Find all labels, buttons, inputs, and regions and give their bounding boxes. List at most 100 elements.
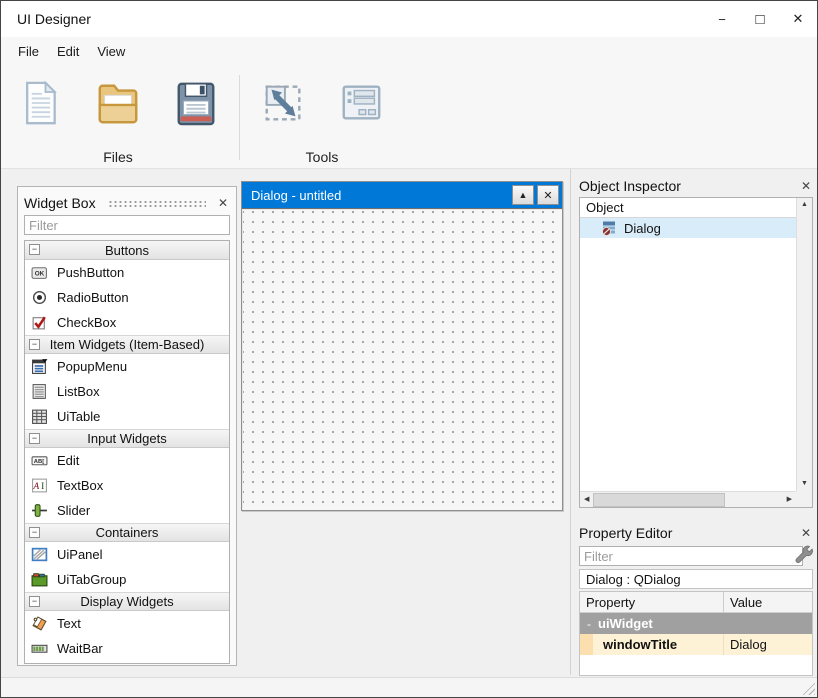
widget-item-label: CheckBox xyxy=(57,315,116,330)
svg-text:OK: OK xyxy=(34,271,44,278)
textbox-icon: AI xyxy=(30,477,48,495)
widget-item-label: UiTable xyxy=(57,409,100,424)
object-inspector-close-icon[interactable]: ✕ xyxy=(799,179,813,193)
minimize-button[interactable]: − xyxy=(703,1,741,37)
widget-item-text[interactable]: Text xyxy=(25,611,229,636)
category-display-widgets[interactable]: − Display Widgets xyxy=(25,592,229,611)
widget-box-panel: Widget Box ✕ − Buttons OK PushButton xyxy=(17,186,237,666)
scroll-left-icon[interactable]: ◀ xyxy=(580,496,593,504)
resize-tool-button[interactable] xyxy=(244,73,322,135)
widget-item-label: UiPanel xyxy=(57,547,103,562)
property-table-header: Property Value xyxy=(580,592,812,613)
widget-item-label: PopupMenu xyxy=(57,359,127,374)
menubar: File Edit View xyxy=(1,37,817,65)
widget-item-popupmenu[interactable]: PopupMenu xyxy=(25,354,229,379)
app-window: UI Designer − □ ✕ File Edit View xyxy=(0,0,818,698)
edit-icon: AB[ xyxy=(30,452,48,470)
save-file-button[interactable] xyxy=(157,73,235,135)
resize-grip[interactable] xyxy=(801,681,815,695)
collapse-icon[interactable]: − xyxy=(29,339,40,350)
widget-item-label: Slider xyxy=(57,503,90,518)
horizontal-scrollbar[interactable]: ◀ ▶ xyxy=(580,491,796,507)
open-file-button[interactable] xyxy=(79,73,157,135)
status-bar xyxy=(1,677,817,697)
property-editor-close-icon[interactable]: ✕ xyxy=(799,526,813,540)
selected-object-label: Dialog : QDialog xyxy=(579,569,813,589)
category-input-widgets[interactable]: − Input Widgets xyxy=(25,429,229,448)
value-column-header[interactable]: Value xyxy=(724,592,812,612)
widget-item-checkbox[interactable]: CheckBox xyxy=(25,310,229,335)
widget-box-close-icon[interactable]: ✕ xyxy=(216,196,230,210)
dialog-canvas-grid[interactable] xyxy=(242,208,562,510)
group-collapse-icon[interactable]: - xyxy=(580,617,598,631)
scrollbar-thumb[interactable] xyxy=(593,493,725,507)
category-containers[interactable]: − Containers xyxy=(25,523,229,542)
form-tool-button[interactable] xyxy=(322,73,400,135)
maximize-button[interactable]: □ xyxy=(741,1,779,37)
main-area: Widget Box ✕ − Buttons OK PushButton xyxy=(1,169,817,677)
dock-separator[interactable] xyxy=(570,169,571,675)
dialog-titlebar[interactable]: Dialog - untitled ▲ ✕ xyxy=(242,182,562,208)
widget-item-slider[interactable]: Slider xyxy=(25,498,229,523)
save-icon xyxy=(173,79,219,130)
svg-text:AB[: AB[ xyxy=(33,459,43,465)
vertical-scrollbar[interactable]: ▲ ▼ xyxy=(796,198,812,491)
uipanel-icon xyxy=(30,546,48,564)
dialog-close-button[interactable]: ✕ xyxy=(537,185,559,205)
widget-item-pushbutton[interactable]: OK PushButton xyxy=(25,260,229,285)
property-value[interactable]: Dialog xyxy=(724,634,812,655)
designer-dialog-window[interactable]: Dialog - untitled ▲ ✕ xyxy=(241,181,563,511)
close-button[interactable]: ✕ xyxy=(779,1,817,37)
scroll-down-icon[interactable]: ▼ xyxy=(801,480,808,488)
files-buttons xyxy=(1,73,235,135)
waitbar-icon xyxy=(30,640,48,658)
property-row-windowtitle[interactable]: windowTitle Dialog xyxy=(580,634,812,655)
widget-filter-input[interactable] xyxy=(24,215,230,235)
collapse-icon[interactable]: − xyxy=(29,433,40,444)
widget-item-edit[interactable]: AB[ Edit xyxy=(25,448,229,473)
menu-view[interactable]: View xyxy=(88,40,134,63)
popupmenu-icon xyxy=(30,358,48,376)
property-group-uiwidget[interactable]: - uiWidget xyxy=(580,613,812,634)
dialog-restore-button[interactable]: ▲ xyxy=(512,185,534,205)
category-buttons[interactable]: − Buttons xyxy=(25,241,229,260)
widget-item-radiobutton[interactable]: RadioButton xyxy=(25,285,229,310)
toolbar-group-tools: Tools xyxy=(244,65,400,168)
collapse-icon[interactable]: − xyxy=(29,527,40,538)
listbox-icon xyxy=(30,383,48,401)
widget-box-titlebar: Widget Box ✕ xyxy=(24,191,230,215)
tree-item-dialog[interactable]: Dialog xyxy=(580,218,796,238)
widget-item-label: Edit xyxy=(57,453,79,468)
scroll-up-icon[interactable]: ▲ xyxy=(801,201,808,209)
widget-item-uitabgroup[interactable]: UiTabGroup xyxy=(25,567,229,592)
widget-item-uipanel[interactable]: UiPanel xyxy=(25,542,229,567)
drag-handle-icon[interactable] xyxy=(108,200,206,208)
widget-item-uitable[interactable]: UiTable xyxy=(25,404,229,429)
menu-edit[interactable]: Edit xyxy=(48,40,88,63)
files-group-label: Files xyxy=(1,149,235,165)
checkbox-icon xyxy=(30,314,48,332)
toolbar-group-files: Files xyxy=(1,65,235,168)
wrench-icon[interactable] xyxy=(793,543,815,569)
new-file-button[interactable] xyxy=(1,73,79,135)
scrollbar-corner xyxy=(796,491,812,507)
collapse-icon[interactable]: − xyxy=(29,244,40,255)
widget-item-label: RadioButton xyxy=(57,290,129,305)
category-item-widgets[interactable]: − Item Widgets (Item-Based) xyxy=(25,335,229,354)
widget-item-textbox[interactable]: AI TextBox xyxy=(25,473,229,498)
tools-group-label: Tools xyxy=(244,149,400,165)
property-filter-input[interactable] xyxy=(579,546,803,566)
collapse-icon[interactable]: − xyxy=(29,596,40,607)
scroll-right-icon[interactable]: ▶ xyxy=(783,496,796,504)
property-column-header[interactable]: Property xyxy=(580,592,724,612)
text-tag-icon xyxy=(30,615,48,633)
widget-item-waitbar[interactable]: WaitBar xyxy=(25,636,229,661)
widget-item-listbox[interactable]: ListBox xyxy=(25,379,229,404)
property-editor-title: Property Editor xyxy=(579,525,799,541)
widget-item-label: ListBox xyxy=(57,384,100,399)
widget-item-label: PushButton xyxy=(57,265,124,280)
property-editor-titlebar: Property Editor ✕ xyxy=(579,524,813,542)
object-column-header[interactable]: Object xyxy=(580,198,796,218)
menu-file[interactable]: File xyxy=(9,40,48,63)
form-tool-icon xyxy=(338,79,384,130)
